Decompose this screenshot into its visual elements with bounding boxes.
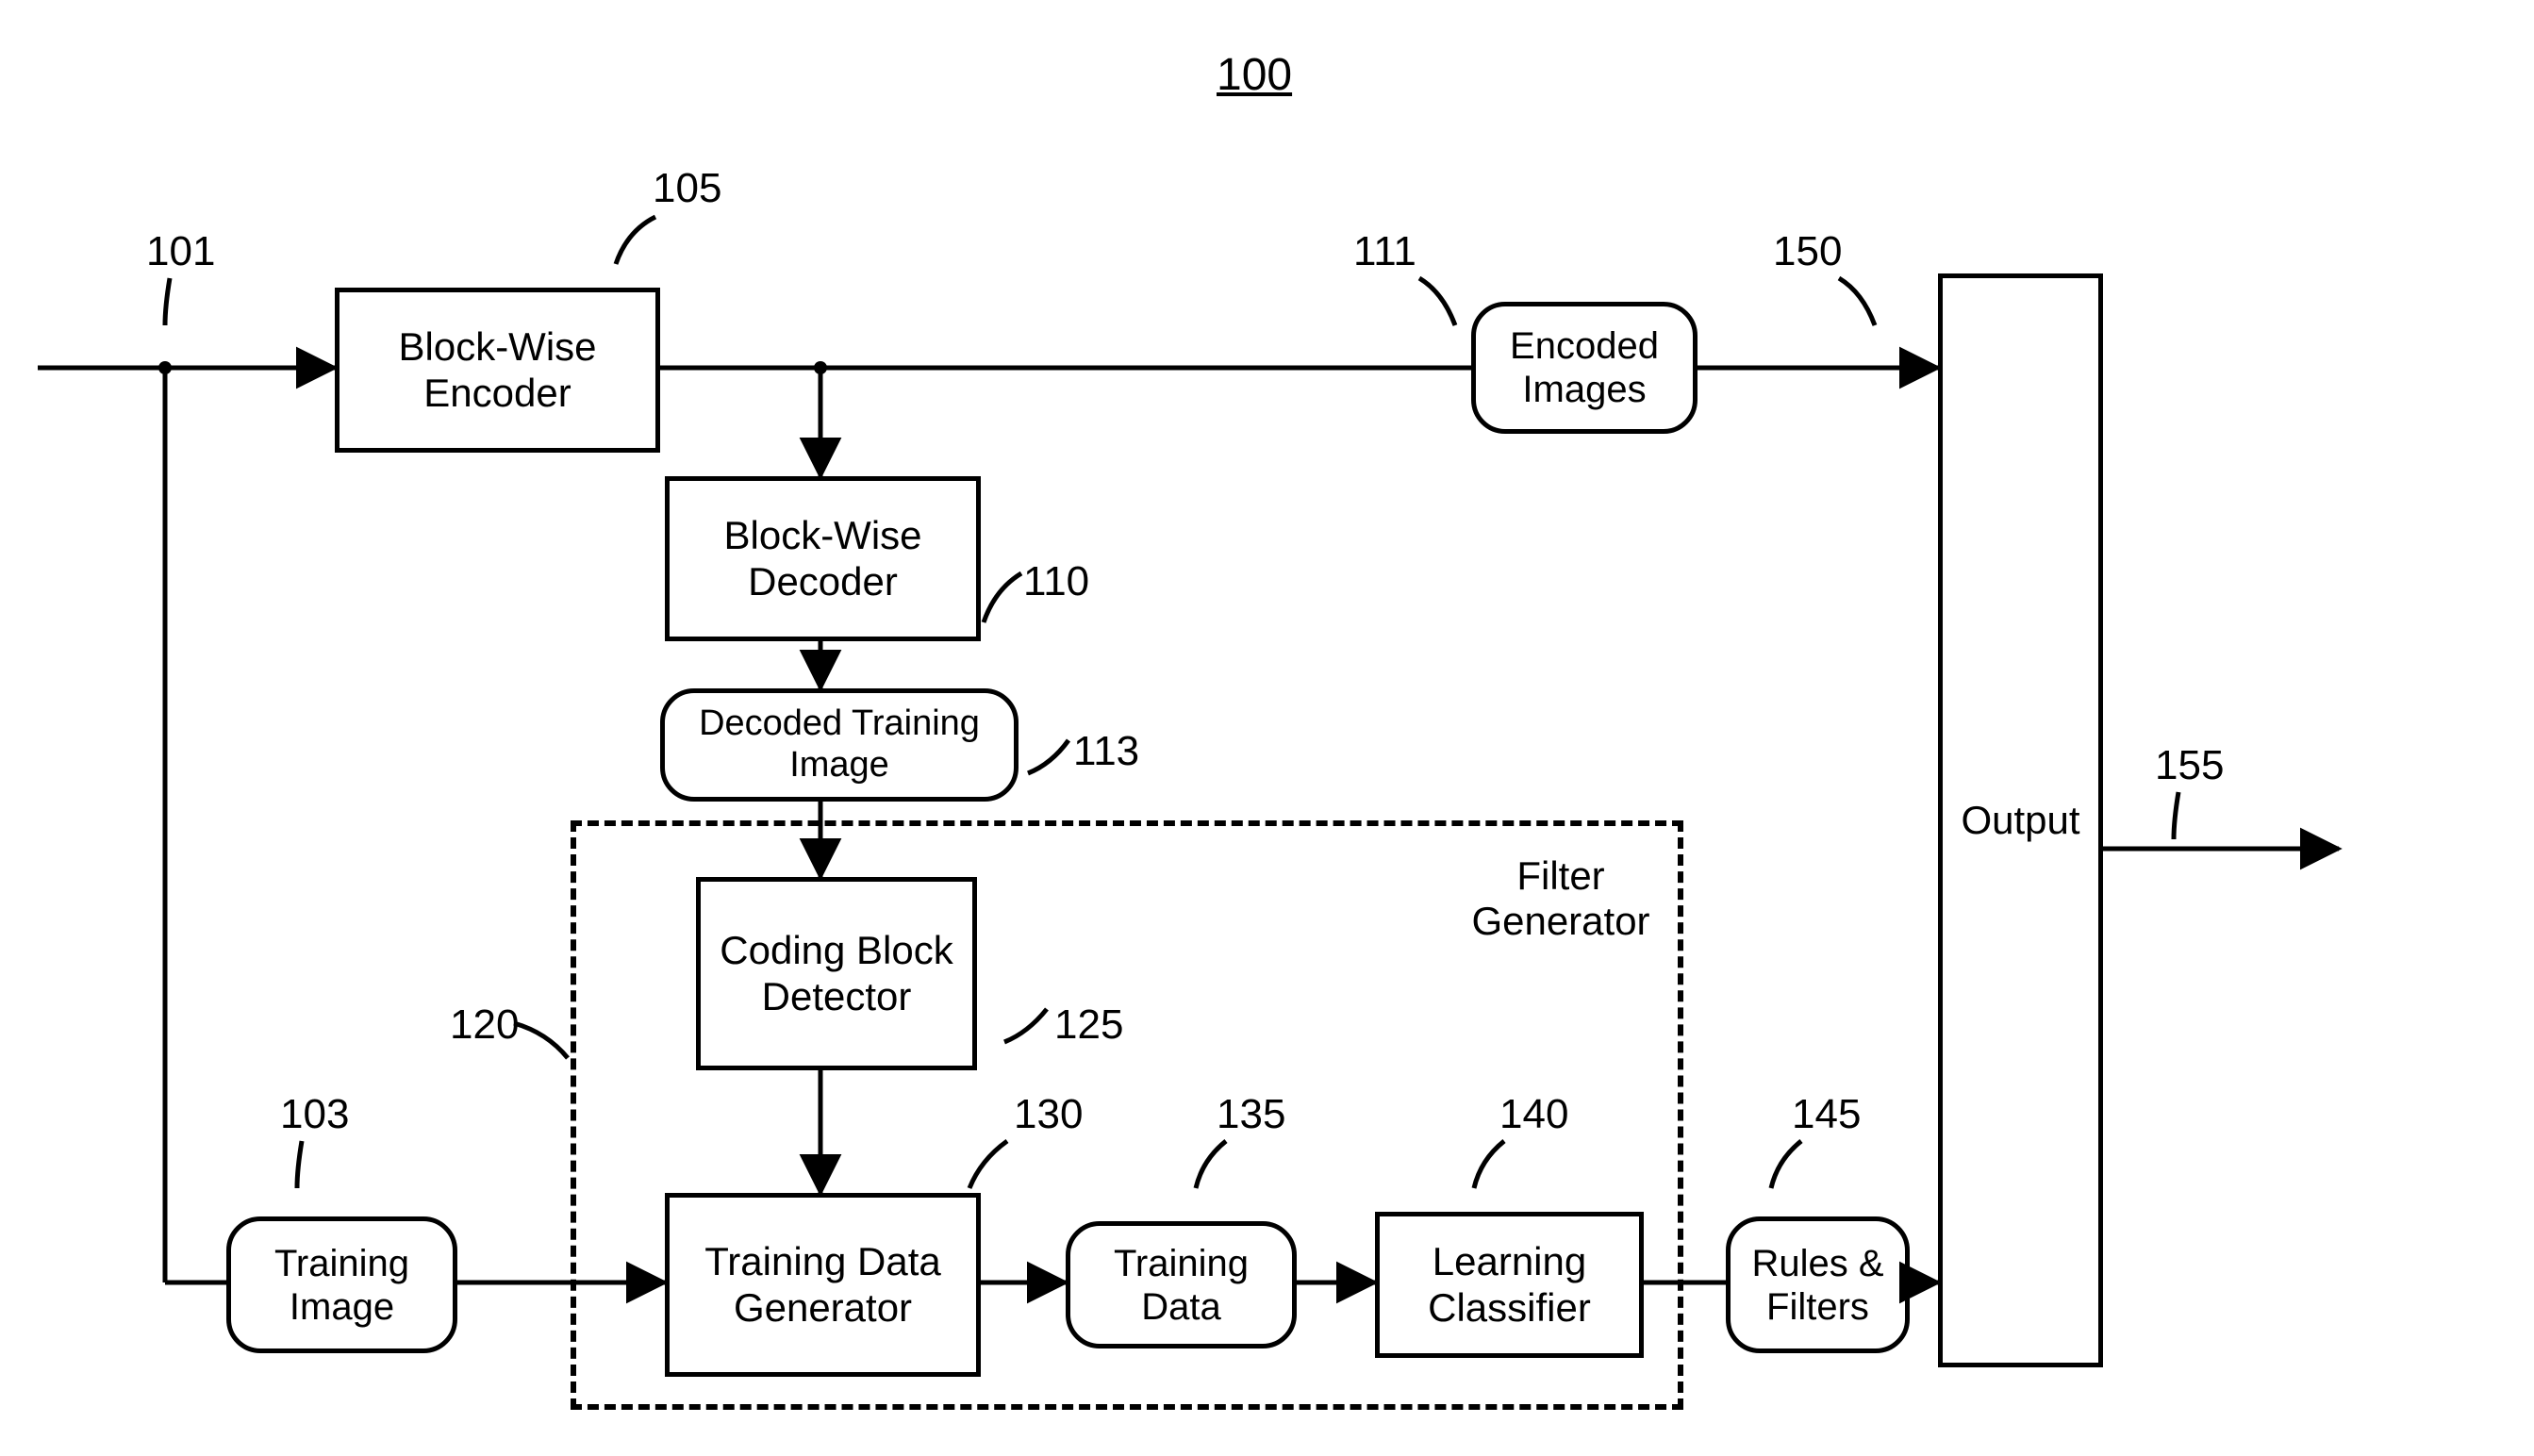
encoder-text: Block-Wise Encoder [351, 324, 644, 416]
decoded-training-image: Decoded Training Image [660, 688, 1019, 802]
ref-155: 155 [2155, 745, 2224, 786]
rules-filters-text: Rules & Filters [1742, 1242, 1894, 1329]
block-wise-decoder: Block-Wise Decoder [665, 476, 981, 641]
rules-filters: Rules & Filters [1726, 1216, 1910, 1353]
block-wise-encoder: Block-Wise Encoder [335, 288, 660, 453]
ref-110: 110 [1023, 561, 1089, 603]
training-data: Training Data [1066, 1221, 1297, 1348]
ref-150: 150 [1773, 231, 1842, 273]
encoded-images: Encoded Images [1471, 302, 1698, 434]
figure-reference: 100 [1217, 49, 1292, 101]
ref-101: 101 [146, 231, 215, 273]
training-image-text: Training Image [242, 1242, 441, 1329]
training-image: Training Image [226, 1216, 457, 1353]
leader-150 [1830, 273, 1886, 330]
leader-155 [2169, 787, 2216, 844]
training-data-generator-text: Training Data Generator [681, 1239, 965, 1331]
leader-110 [976, 566, 1028, 632]
ref-111: 111 [1353, 231, 1416, 273]
diagram-canvas: 100 101 105 111 150 110 113 120 125 103 … [0, 0, 2534, 1456]
training-data-text: Training Data [1082, 1242, 1281, 1329]
leader-145 [1764, 1136, 1811, 1193]
coding-block-detector-text: Coding Block Detector [712, 928, 961, 1019]
leader-105 [608, 212, 665, 269]
leader-101 [160, 273, 217, 330]
learning-classifier: Learning Classifier [1375, 1212, 1644, 1358]
learning-classifier-text: Learning Classifier [1391, 1239, 1628, 1331]
ref-113: 113 [1073, 731, 1139, 772]
decoder-text: Block-Wise Decoder [681, 513, 965, 604]
filter-generator-label: Filter Generator [1452, 853, 1669, 945]
leader-120 [509, 1009, 575, 1066]
ref-103: 103 [280, 1094, 349, 1135]
encoded-images-text: Encoded Images [1487, 324, 1681, 411]
decoded-training-image-text: Decoded Training Image [676, 703, 1002, 786]
leader-113 [1023, 731, 1075, 783]
ref-145: 145 [1792, 1094, 1861, 1135]
training-data-generator: Training Data Generator [665, 1193, 981, 1377]
leader-111 [1410, 273, 1466, 330]
output-block-text: Output [1961, 798, 2079, 843]
ref-105: 105 [653, 168, 721, 209]
output-block: Output [1938, 273, 2103, 1367]
coding-block-detector: Coding Block Detector [696, 877, 977, 1070]
leader-103 [292, 1136, 340, 1193]
